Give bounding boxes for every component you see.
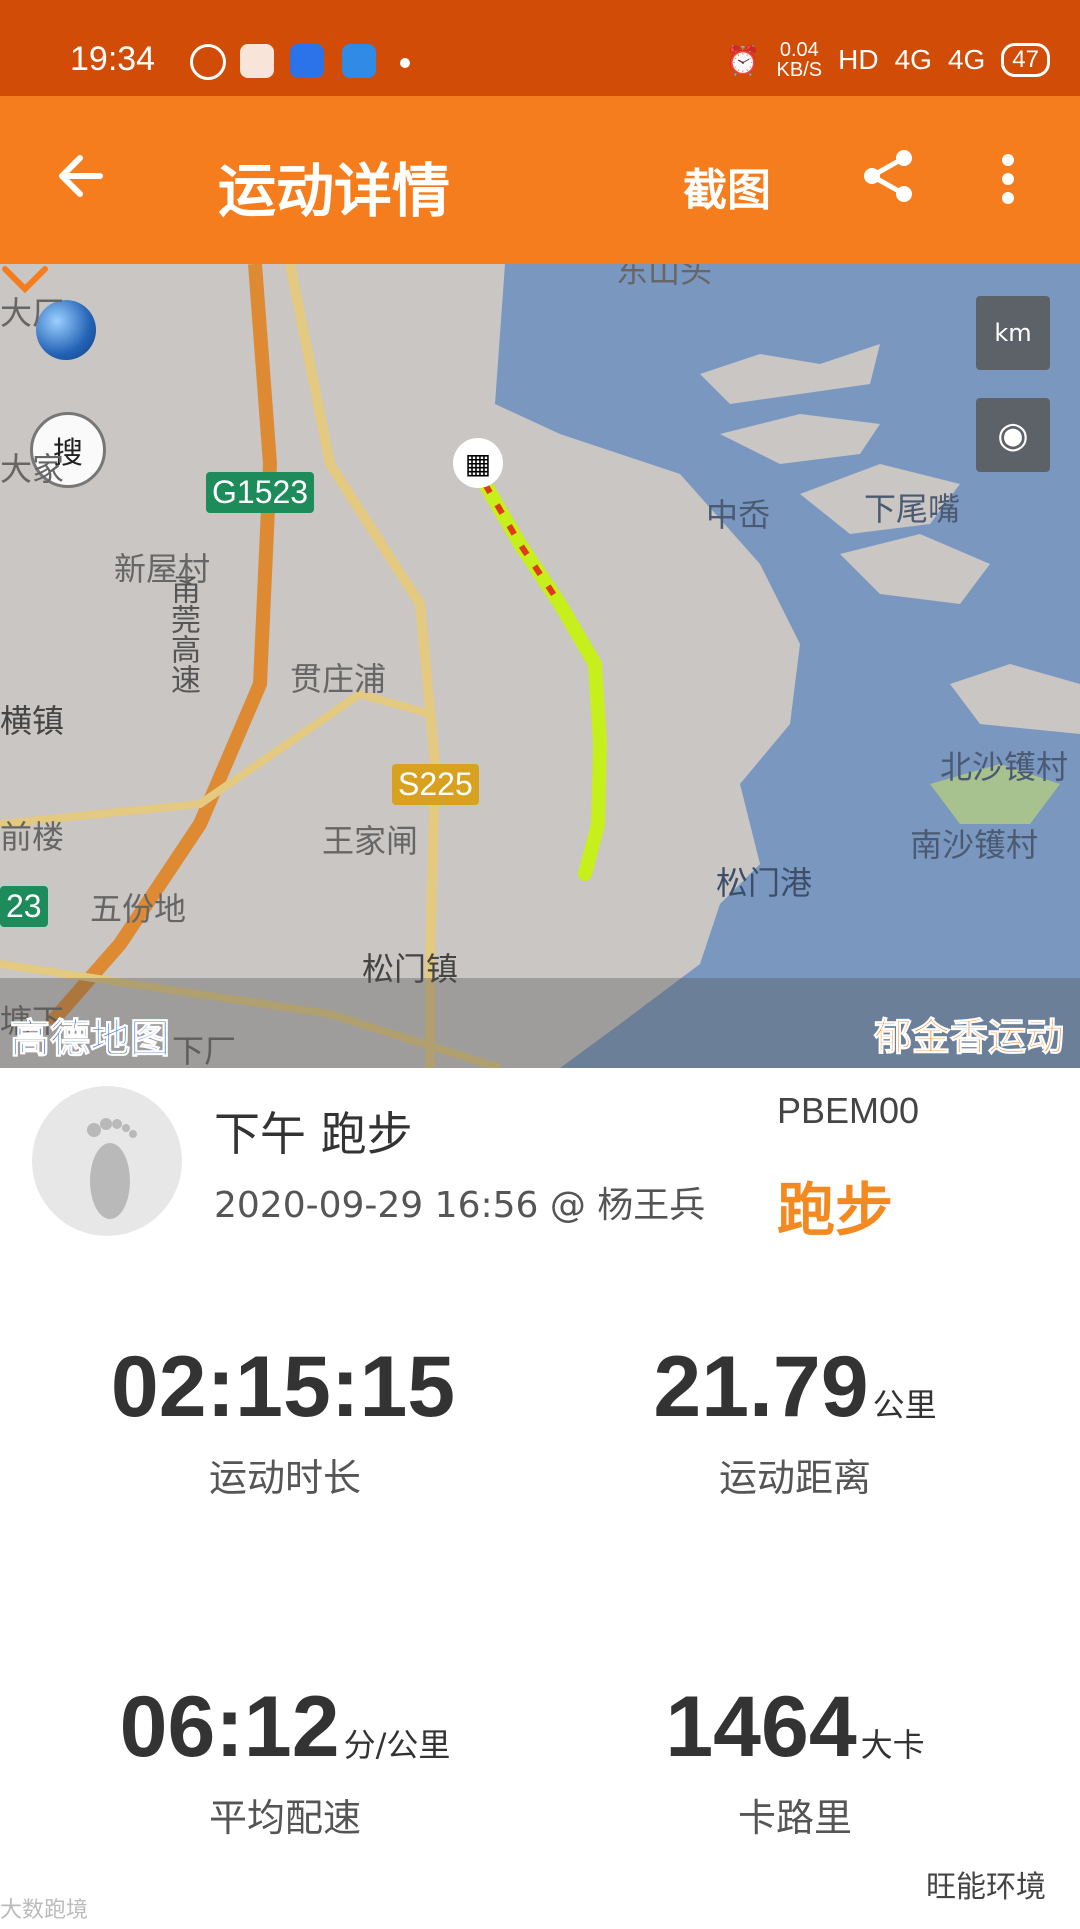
- device-model: PBEM00: [777, 1090, 920, 1131]
- stat-duration: 02:15:15 运动时长: [15, 1338, 555, 1502]
- map-label: 下尾嘴: [864, 490, 961, 528]
- road-badge-g1523-short: 23: [0, 886, 48, 927]
- road-badge-s225: S225: [392, 764, 479, 805]
- expressway-label: 甬莞高速: [165, 574, 200, 694]
- app-brand-logo: 郁金香运动: [873, 1015, 1064, 1060]
- k-app-icon: [190, 44, 226, 80]
- battery-indicator: 47: [1001, 43, 1050, 77]
- map-label: 松门港: [716, 864, 813, 902]
- stat-value: 21.79: [653, 1339, 869, 1435]
- start-flag-icon: ▦: [453, 438, 503, 488]
- map-label: 前楼: [0, 818, 65, 856]
- stat-unit: 大卡: [860, 1726, 925, 1764]
- status-right-group: ⏰ 0.04 KB/S HD 4G 4G 47: [726, 40, 1050, 80]
- map-label: 大家: [0, 450, 65, 488]
- road-badge-g1523: G1523: [206, 472, 315, 513]
- map-label: 中岙: [706, 496, 771, 534]
- stat-label: 卡路里: [737, 1796, 852, 1840]
- wechat-icon: [240, 44, 274, 78]
- activity-type-badge: 跑步: [777, 1176, 894, 1244]
- network-speed: 0.04 KB/S: [777, 40, 823, 80]
- activity-panel: 下午 跑步 2020-09-29 16:56 @ 杨王兵 PBEM00 跑步 0…: [0, 1068, 1080, 1929]
- more-notifications-dot-icon: [400, 58, 410, 68]
- stat-pace: 06:12 分/公里 平均配速: [15, 1678, 555, 1842]
- stat-value: 06:12: [119, 1679, 340, 1775]
- eye-toggle-icon[interactable]: ◉: [976, 398, 1050, 472]
- stat-value: 02:15:15: [110, 1339, 456, 1435]
- stat-value: 1464: [665, 1679, 857, 1775]
- map-provider-logo: 高德地图: [10, 1016, 171, 1063]
- bird-app-icon: [342, 44, 376, 78]
- network-speed-unit: KB/S: [776, 59, 823, 81]
- screenshot-button[interactable]: 截图: [683, 154, 771, 218]
- back-arrow-icon[interactable]: [52, 146, 112, 206]
- map-label: 贯庄浦: [290, 660, 387, 698]
- activity-title: 下午 跑步: [214, 1107, 413, 1161]
- stat-label: 平均配速: [208, 1796, 361, 1840]
- km-marker-toggle[interactable]: km: [976, 296, 1050, 370]
- share-icon[interactable]: [858, 146, 918, 206]
- page-title: 运动详情: [218, 157, 451, 225]
- map-label: 五份地: [90, 890, 187, 928]
- map-label: 横镇: [0, 702, 65, 740]
- stat-label: 运动时长: [208, 1456, 361, 1500]
- map-label: 新屋村: [114, 550, 211, 588]
- map-label: 大厂: [0, 294, 65, 332]
- signal-1-icon: 4G: [894, 44, 932, 75]
- alipay-icon: [290, 44, 324, 78]
- signal-2-icon: 4G: [947, 44, 986, 75]
- avatar[interactable]: [32, 1086, 182, 1236]
- watermark-left: 大数跑境: [0, 1898, 89, 1923]
- network-speed-value: 0.04: [779, 39, 819, 61]
- status-time: 19:34: [70, 40, 156, 78]
- hd-indicator: HD: [838, 44, 879, 75]
- chevron-down-icon[interactable]: [0, 264, 50, 294]
- alarm-icon: ⏰: [725, 44, 761, 76]
- watermark-right: 旺能环境: [926, 1870, 1046, 1905]
- route-map[interactable]: 搜 km ◉ ▦ G1523 23 S225 甬莞高速 大厂 大家 新屋村 贯庄…: [0, 264, 1080, 1068]
- stat-unit: 分/公里: [343, 1726, 451, 1764]
- more-menu-icon[interactable]: [1000, 152, 1016, 206]
- map-label: 王家闸: [322, 822, 419, 860]
- stat-distance: 21.79 公里 运动距离: [525, 1338, 1065, 1502]
- map-label: 南沙镬村: [910, 826, 1039, 864]
- stat-calories: 1464 大卡 卡路里: [525, 1678, 1065, 1842]
- stat-label: 运动距离: [718, 1456, 871, 1500]
- footprint-icon: [87, 1118, 137, 1219]
- activity-datetime-user: 2020-09-29 16:56 @ 杨王兵: [214, 1185, 706, 1226]
- stat-unit: 公里: [872, 1386, 937, 1424]
- map-label: 东山头: [616, 264, 713, 290]
- map-label: 北沙镬村: [940, 748, 1069, 786]
- app-bar: 运动详情 截图: [0, 96, 1080, 264]
- status-bar: 19:34 ⏰ 0.04 KB/S HD 4G 4G 47: [0, 0, 1080, 96]
